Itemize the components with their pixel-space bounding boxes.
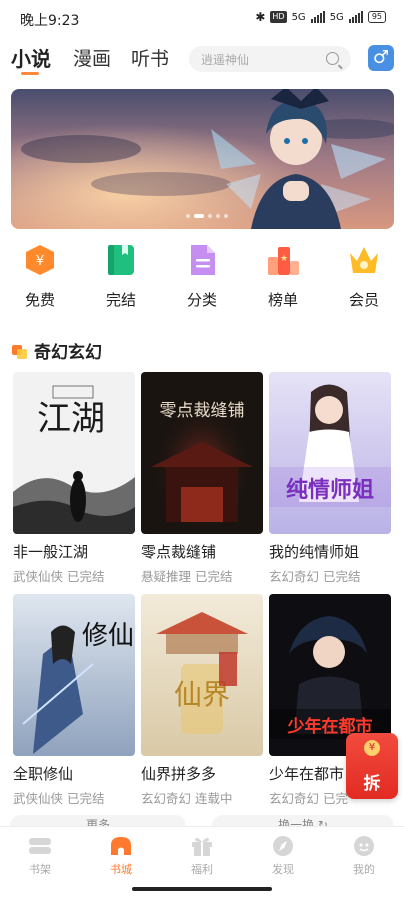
book-title: 全职修仙 (13, 765, 74, 783)
battery-icon: 95 (367, 11, 386, 23)
quick-categories: ¥ 免费 完结 分类 ★ 榜单 会员 (0, 243, 404, 315)
category-label: 会员 (348, 291, 379, 309)
svg-text:¥: ¥ (36, 254, 44, 269)
book-meta: 武侠仙侠 已完结 (13, 569, 105, 584)
book-icon (104, 243, 138, 277)
cover-title: 零点裁缝铺 (160, 401, 245, 421)
book-card[interactable]: 江湖 非一般江湖 武侠仙侠 已完结 (13, 372, 135, 585)
tab-novel[interactable]: 小说 (11, 43, 51, 72)
nav-label: 福利 (191, 863, 213, 876)
nav-bookstore[interactable]: 书城 (96, 835, 146, 877)
red-packet-label: 拆 (363, 774, 381, 794)
category-label: 榜单 (267, 291, 298, 309)
nav-bookshelf[interactable]: 书架 (15, 835, 65, 877)
book-card[interactable]: 纯情师姐 我的纯情师姐 玄幻奇幻 已完结 (269, 372, 391, 585)
nav-label: 书城 (110, 863, 132, 876)
category-ranking[interactable]: ★ 榜单 (253, 243, 313, 310)
hd-badge: HD (270, 11, 287, 23)
search-icon (326, 52, 339, 65)
male-icon[interactable]: ♂ (368, 45, 394, 71)
bookstore-icon (109, 835, 133, 857)
book-meta: 悬疑推理 已完结 (141, 569, 233, 584)
book-meta: 武侠仙侠 已完结 (13, 791, 105, 806)
category-label: 免费 (24, 291, 55, 309)
book-cover: 江湖 (13, 372, 135, 534)
ranking-icon: ★ (266, 243, 300, 277)
banner-indicator (186, 214, 228, 218)
book-card[interactable]: 修仙 全职修仙 武侠仙侠 已完结 (13, 594, 135, 807)
signal-label-2: 5G (329, 11, 344, 23)
nav-label: 发现 (272, 863, 294, 876)
red-packet-button[interactable]: ¥ 拆 (346, 733, 398, 799)
book-title: 我的纯情师姐 (269, 543, 360, 561)
search-placeholder: 逍遥神仙 (201, 53, 250, 67)
section-icon (12, 343, 28, 359)
home-indicator (132, 887, 272, 891)
book-cover: 少年在都市 (269, 594, 391, 756)
signal-icon (348, 11, 363, 23)
free-coin-icon: ¥ (23, 243, 57, 277)
book-card[interactable]: 仙界 仙界拼多多 玄幻奇幻 连载中 (141, 594, 263, 807)
search-input[interactable]: 逍遥神仙 (189, 46, 351, 72)
book-title: 零点裁缝铺 (141, 543, 217, 561)
status-time: 晚上9:23 (20, 13, 80, 29)
category-label: 分类 (186, 291, 217, 309)
category-free[interactable]: ¥ 免费 (10, 243, 70, 310)
status-bar: 晚上9:23 ✱ HD 5G 5G 95 (0, 0, 404, 38)
banner-carousel[interactable] (11, 89, 394, 229)
tab-underline (21, 72, 39, 75)
book-meta: 玄幻奇幻 已完结 (269, 569, 361, 584)
bookshelf-icon (28, 835, 52, 857)
section-header: 奇幻玄幻 (12, 338, 102, 363)
nav-discover[interactable]: 发现 (258, 835, 308, 877)
nav-label: 我的 (353, 863, 375, 876)
book-cover: 纯情师姐 (269, 372, 391, 534)
signal-label-1: 5G (291, 11, 306, 23)
cover-title: 纯情师姐 (286, 477, 374, 503)
book-card[interactable]: 零点裁缝铺 零点裁缝铺 悬疑推理 已完结 (141, 372, 263, 585)
category-label: 完结 (105, 291, 136, 309)
svg-text:★: ★ (280, 254, 288, 264)
crown-icon (347, 243, 381, 277)
cover-title: 江湖 (37, 399, 105, 439)
tab-comic[interactable]: 漫画 (73, 44, 111, 71)
profile-icon (352, 835, 376, 857)
book-cover: 修仙 (13, 594, 135, 756)
banner-image (11, 89, 394, 229)
book-title: 非一般江湖 (13, 543, 89, 561)
bluetooth-icon: ✱ (255, 10, 266, 24)
book-meta: 玄幻奇幻 连载中 (141, 791, 233, 806)
gift-icon (190, 835, 214, 857)
document-icon (185, 243, 219, 277)
status-icons: ✱ HD 5G 5G 95 (255, 10, 386, 24)
category-classify[interactable]: 分类 (172, 243, 232, 310)
cover-title: 修仙 (82, 621, 134, 651)
book-cover: 零点裁缝铺 (141, 372, 263, 534)
signal-icon (310, 11, 325, 23)
nav-profile[interactable]: 我的 (339, 835, 389, 877)
nav-welfare[interactable]: 福利 (177, 835, 227, 877)
nav-label: 书架 (29, 863, 51, 876)
book-cover: 仙界 (141, 594, 263, 756)
compass-icon (271, 835, 295, 857)
category-completed[interactable]: 完结 (91, 243, 151, 310)
category-vip[interactable]: 会员 (334, 243, 394, 310)
coin-icon: ¥ (364, 740, 380, 756)
book-title: 仙界拼多多 (141, 765, 217, 783)
section-title: 奇幻玄幻 (34, 343, 102, 363)
tab-audiobook[interactable]: 听书 (131, 44, 169, 71)
